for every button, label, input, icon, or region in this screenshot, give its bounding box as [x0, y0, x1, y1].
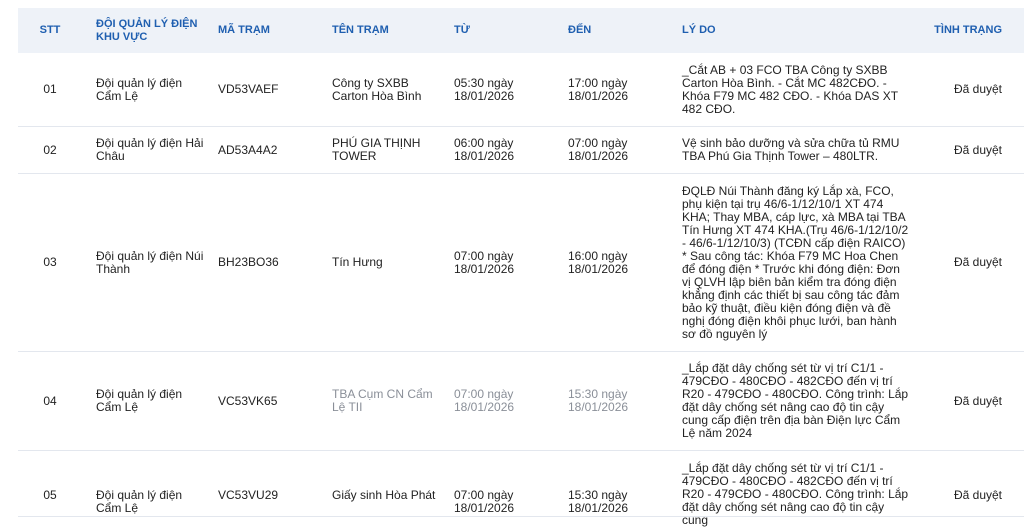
cell-stt: 05: [43, 488, 57, 502]
cell-tu: 05:30 ngày 18/01/2026: [454, 75, 515, 103]
cell-ly-do: _Lắp đặt dây chống sét từ vị trí C1/1 - …: [682, 461, 909, 527]
table-row: 01 Đội quản lý điện Cẩm Lệ VD53VAEF Công…: [18, 53, 1024, 127]
cell-stt: 04: [43, 393, 57, 408]
cell-ten-tram: Giấy sinh Hòa Phát: [332, 488, 436, 502]
cell-ly-do: _Cắt AB + 03 FCO TBA Công ty SXBB Carton…: [682, 62, 898, 116]
cell-ma-tram: BH23BO36: [218, 255, 279, 269]
cell-stt: 01: [43, 82, 57, 96]
header-ma-tram: MÃ TRẠM: [218, 24, 270, 36]
cell-tinh-trang: Đã duyệt: [953, 82, 1002, 96]
cell-tu: 06:00 ngày 18/01/2026: [454, 136, 515, 163]
header-stt: STT: [39, 24, 61, 36]
cell-tu: 07:00 ngày 18/01/2026: [454, 488, 515, 515]
header-ly-do: LÝ DO: [682, 24, 716, 36]
table-row: 02 Đội quản lý điện Hải Châu AD53A4A2 PH…: [18, 127, 1024, 174]
header-den: ĐẾN: [568, 24, 592, 36]
cell-ten-tram: Công ty SXBB Carton Hòa Bình: [332, 75, 422, 103]
cell-ma-tram: VC53VU29: [218, 488, 279, 502]
cell-ten-tram: Tín Hưng: [332, 255, 383, 269]
cell-den: 15:30 ngày 18/01/2026: [568, 488, 629, 515]
cell-ten-tram: PHÚ GIA THỊNH TOWER: [332, 136, 421, 163]
cell-khu-vuc: Đội quản lý điện Cẩm Lệ: [96, 387, 183, 414]
cell-khu-vuc: Đội quản lý điện Cẩm Lệ: [96, 488, 183, 515]
cell-tinh-trang: Đã duyệt: [953, 488, 1002, 502]
header-tu: TỪ: [454, 24, 470, 36]
cell-ly-do: _Lắp đặt dây chống sét từ vị trí C1/1 - …: [682, 361, 909, 440]
cell-khu-vuc: Đội quản lý điện Cẩm Lệ: [96, 75, 183, 103]
cell-ma-tram: VD53VAEF: [218, 82, 279, 96]
cell-khu-vuc: Đội quản lý điện Núi Thành: [96, 248, 204, 276]
header-ten-tram: TÊN TRẠM: [332, 24, 389, 36]
cell-den: 16:00 ngày 18/01/2026: [568, 248, 629, 276]
header-tinh-trang: TÌNH TRẠNG: [934, 24, 1002, 36]
cell-tinh-trang: Đã duyệt: [953, 393, 1002, 408]
cell-den: 17:00 ngày 18/01/2026: [568, 75, 629, 103]
header-khu-vuc: ĐỘI QUẢN LÝ ĐIỆN KHU VỰC: [96, 17, 198, 43]
cell-ly-do: Vệ sinh bảo dưỡng và sửa chữa tủ RMU TBA…: [682, 136, 900, 163]
cell-tu: 07:00 ngày 18/01/2026: [454, 387, 515, 414]
cell-tinh-trang: Đã duyệt: [953, 142, 1002, 157]
cell-stt: 03: [43, 255, 57, 269]
cell-tu: 07:00 ngày 18/01/2026: [454, 248, 515, 276]
cell-khu-vuc: Đội quản lý điện Hải Châu: [96, 136, 204, 163]
cell-den: 07:00 ngày 18/01/2026: [568, 136, 629, 163]
cell-ten-tram: TBA Cụm CN Cẩm Lệ TII: [332, 387, 433, 414]
outage-schedule-table: STT ĐỘI QUẢN LÝ ĐIỆN KHU VỰC MÃ TRẠM TÊN…: [18, 8, 1024, 527]
table-row: 04 Đội quản lý điện Cẩm Lệ VC53VK65 TBA …: [18, 352, 1024, 451]
table-row: 05 Đội quản lý điện Cẩm Lệ VC53VU29 Giấy…: [18, 451, 1024, 527]
cell-ma-tram: VC53VK65: [218, 393, 278, 408]
cell-ma-tram: AD53A4A2: [218, 142, 278, 157]
table-header: STT ĐỘI QUẢN LÝ ĐIỆN KHU VỰC MÃ TRẠM TÊN…: [18, 8, 1024, 53]
cell-den: 15:30 ngày 18/01/2026: [568, 387, 629, 414]
cell-ly-do: ĐQLĐ Núi Thành đăng ký Lắp xà, FCO, phụ …: [682, 183, 909, 341]
table-row: 03 Đội quản lý điện Núi Thành BH23BO36 T…: [18, 174, 1024, 352]
cell-stt: 02: [43, 142, 57, 157]
cell-tinh-trang: Đã duyệt: [953, 255, 1002, 269]
